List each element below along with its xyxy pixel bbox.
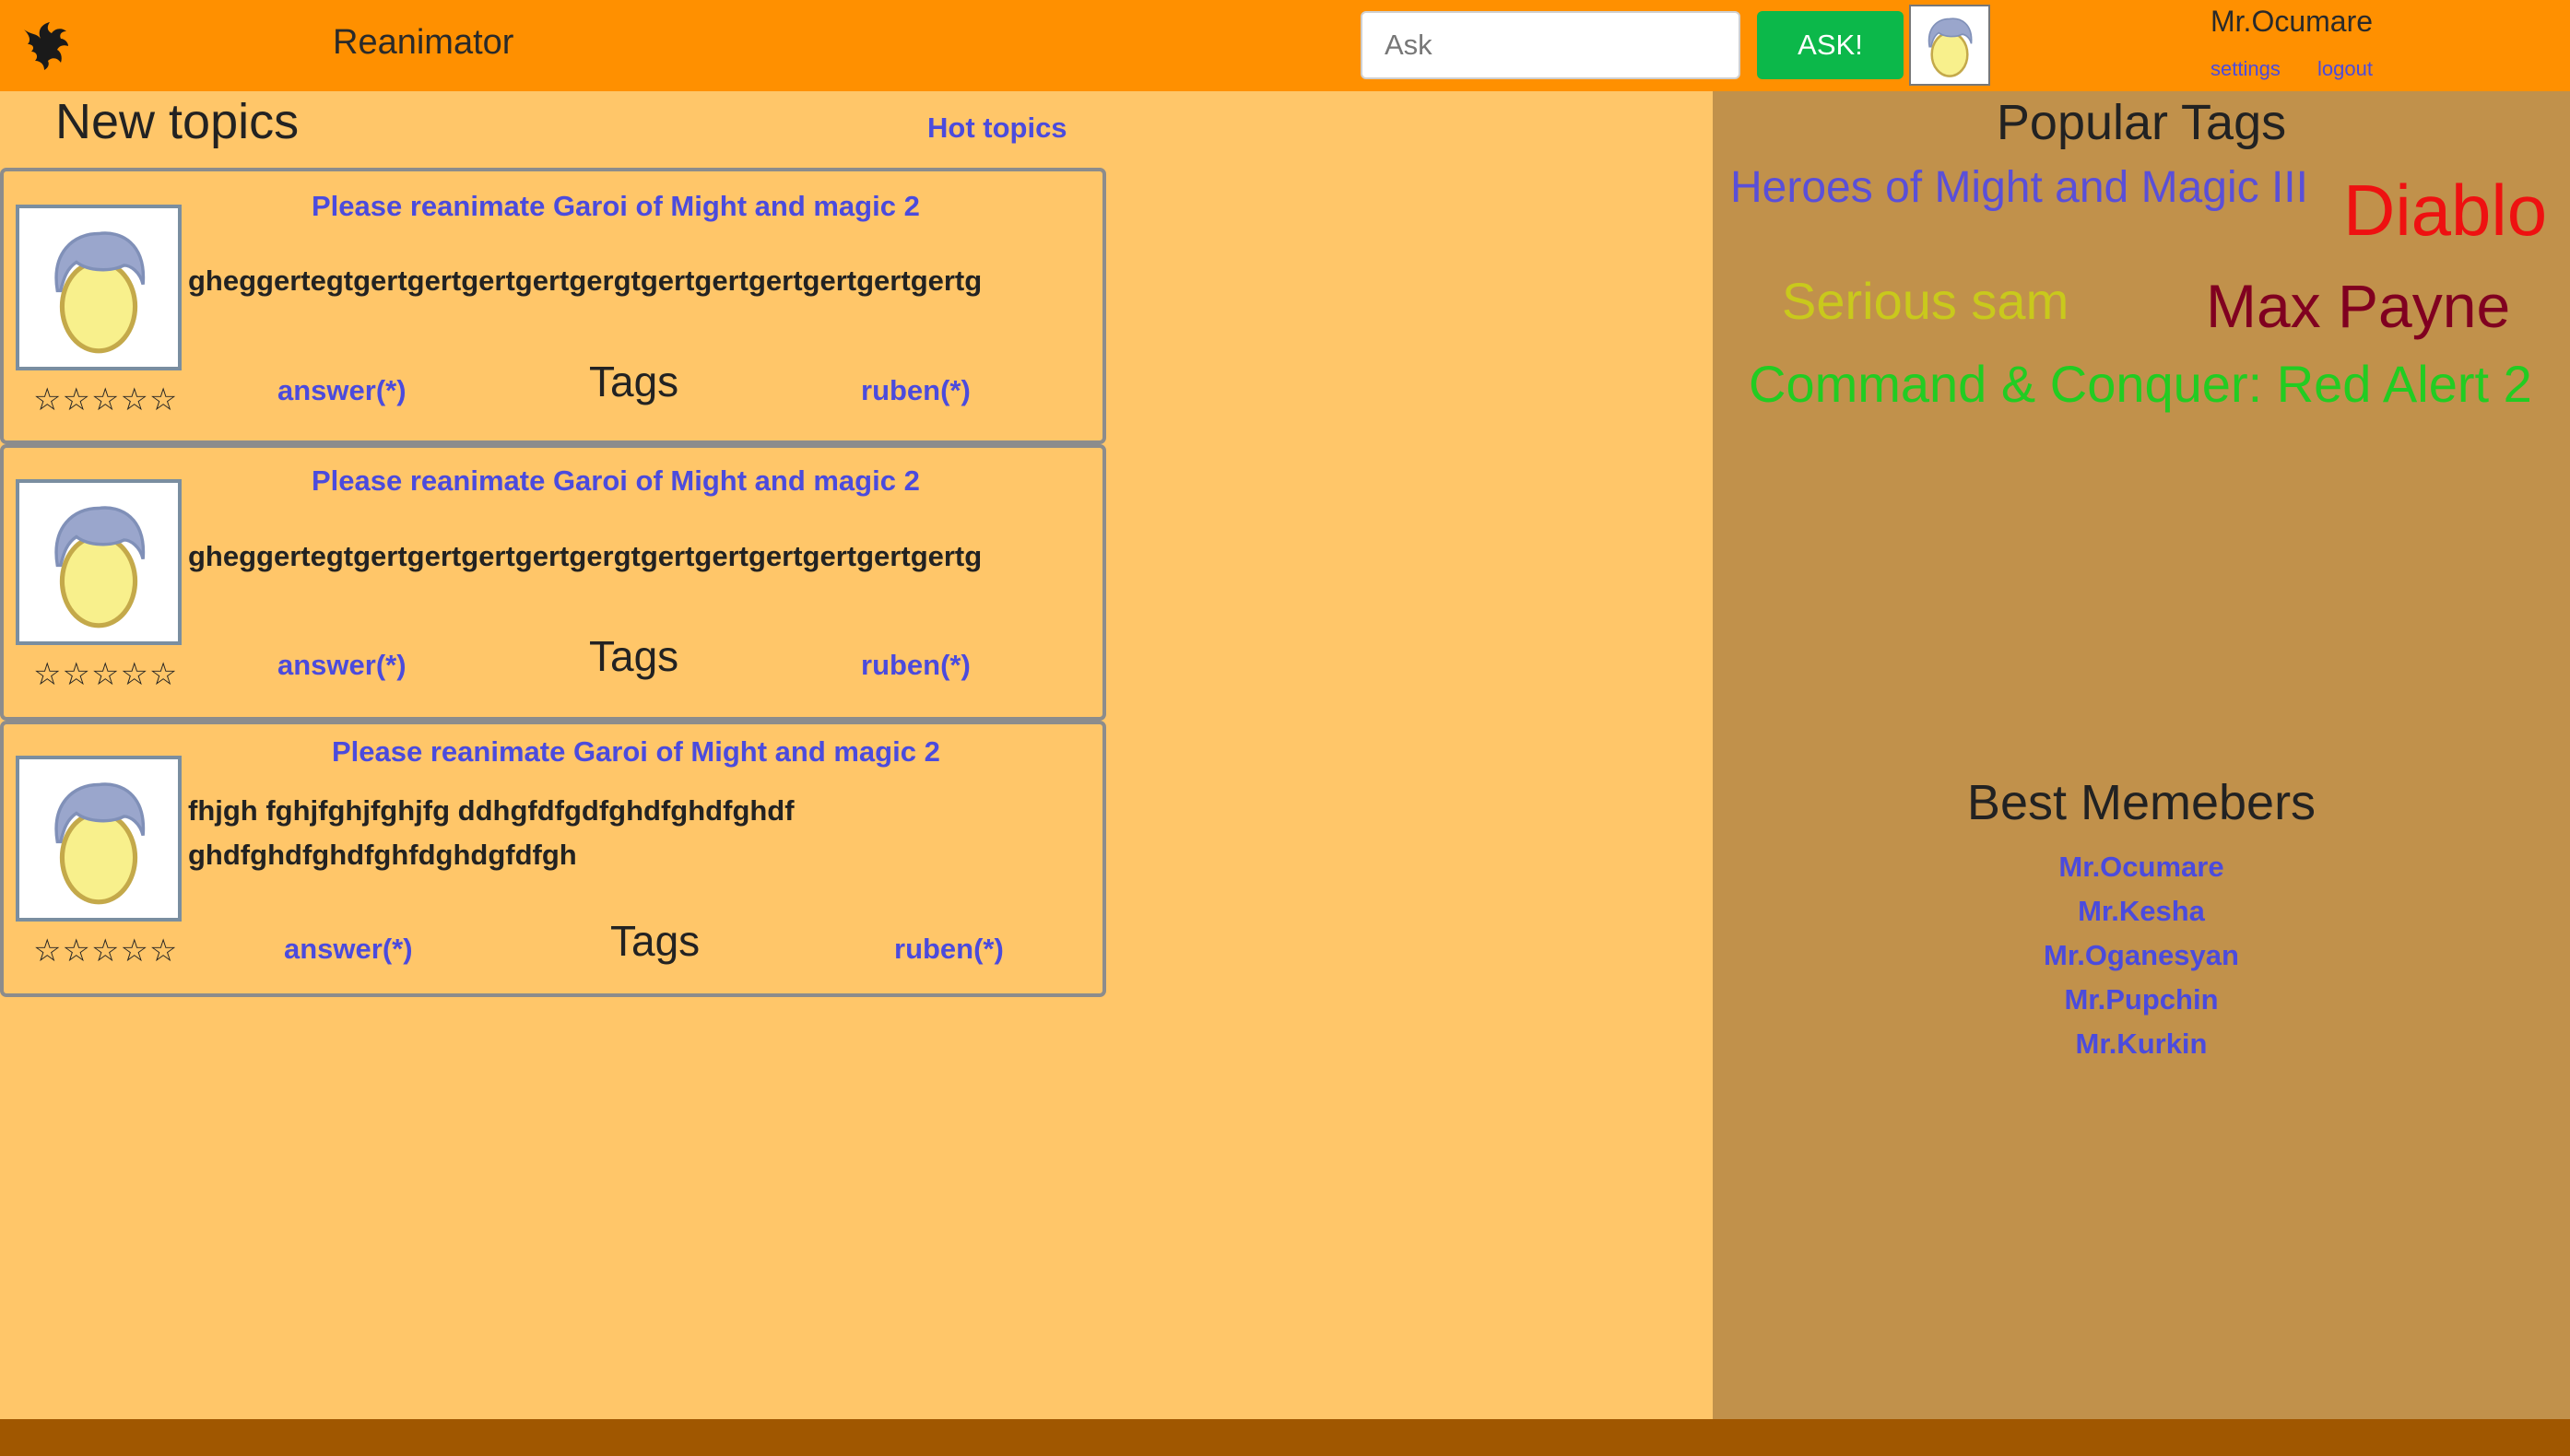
topic-title[interactable]: Please reanimate Garoi of Might and magi… [312, 190, 920, 223]
member-link[interactable]: Mr.Pupchin [1713, 983, 2570, 1016]
member-link[interactable]: Mr.Ocumare [1713, 851, 2570, 884]
tag-link[interactable]: Max Payne [2206, 271, 2510, 341]
popular-tags-heading: Popular Tags [1996, 95, 2287, 150]
topic-tags: Tags [589, 632, 679, 680]
topic-tags: Tags [610, 917, 701, 965]
author-avatar[interactable] [16, 756, 182, 922]
tag-link[interactable]: Diablo [2343, 169, 2547, 252]
author-avatar[interactable] [16, 479, 182, 645]
best-members-heading: Best Memebers [1966, 775, 2317, 830]
answer-link[interactable]: answer(*) [277, 374, 407, 407]
rating-stars[interactable]: ☆☆☆☆☆ [33, 382, 178, 418]
brand-title[interactable]: Reanimator [333, 23, 513, 63]
rating-stars[interactable]: ☆☆☆☆☆ [33, 933, 178, 969]
topic-body: fhjgh fghjfghjfghjfg ddhgfdfgdfghdfghdfg… [188, 789, 795, 877]
ask-button[interactable]: ASK! [1757, 11, 1904, 79]
member-link[interactable]: Mr.Kesha [1713, 895, 2570, 928]
right-sidebar: Popular Tags Heroes of Might and Magic I… [1713, 91, 2570, 1419]
topic-body: gheggertegtgertgertgertgertgergtgertgert… [188, 540, 983, 572]
topic-title[interactable]: Please reanimate Garoi of Might and magi… [312, 464, 920, 498]
topic-body-line: fhjgh fghjfghjfghjfg ddhgfdfgdfghdfghdfg… [188, 794, 795, 827]
topic-body: gheggertegtgertgertgertgertgergtgertgert… [188, 264, 983, 297]
username[interactable]: Mr.Ocumare [2210, 5, 2373, 39]
hot-topics-link[interactable]: Hot topics [927, 112, 1067, 145]
tag-link[interactable]: Heroes of Might and Magic III [1730, 162, 2308, 213]
author-avatar[interactable] [16, 205, 182, 370]
new-topics-heading: New topics [55, 94, 300, 149]
rating-stars[interactable]: ☆☆☆☆☆ [33, 656, 178, 693]
logout-link[interactable]: logout [2317, 57, 2373, 81]
ask-input[interactable] [1361, 11, 1740, 79]
topic-title[interactable]: Please reanimate Garoi of Might and magi… [332, 735, 940, 769]
tag-link[interactable]: Serious sam [1782, 271, 2069, 331]
author-link[interactable]: ruben(*) [894, 933, 1004, 966]
member-link[interactable]: Mr.Kurkin [1713, 1027, 2570, 1061]
member-link[interactable]: Mr.Oganesyan [1713, 939, 2570, 972]
user-avatar[interactable] [1909, 5, 1990, 86]
topic-card: ☆☆☆☆☆ Please reanimate Garoi of Might an… [0, 444, 1106, 721]
answer-link[interactable]: answer(*) [284, 933, 413, 966]
tag-link[interactable]: Command & Conquer: Red Alert 2 [1749, 354, 2532, 414]
footer-bar [0, 1419, 2570, 1456]
phoenix-logo-icon[interactable] [18, 18, 72, 72]
topic-body-line: ghdfghdfghdfghfdghdgfdfgh [188, 839, 577, 871]
settings-link[interactable]: settings [2210, 57, 2281, 81]
author-link[interactable]: ruben(*) [861, 649, 971, 682]
topic-card: ☆☆☆☆☆ Please reanimate Garoi of Might an… [0, 721, 1106, 997]
topic-tags: Tags [589, 358, 679, 405]
top-header: Reanimator ASK! Mr.Ocumare settings logo… [0, 0, 2570, 91]
answer-link[interactable]: answer(*) [277, 649, 407, 682]
author-link[interactable]: ruben(*) [861, 374, 971, 407]
topic-card: ☆☆☆☆☆ Please reanimate Garoi of Might an… [0, 168, 1106, 444]
